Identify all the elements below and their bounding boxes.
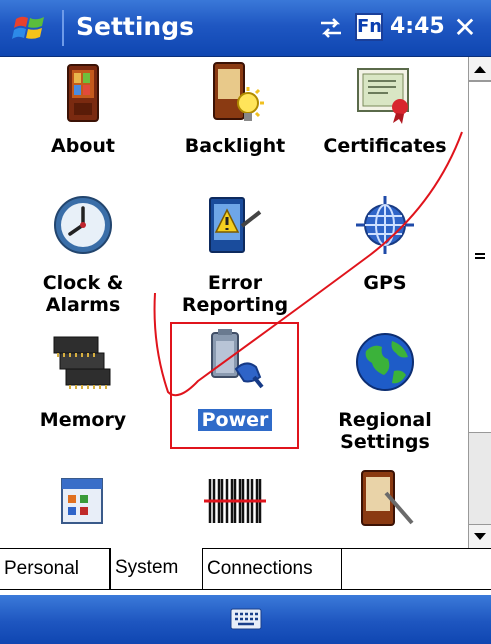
settings-item-label: Certificates	[323, 135, 447, 157]
connectivity-icon[interactable]	[317, 16, 345, 40]
settings-item-label: About	[51, 135, 115, 157]
clock-time[interactable]: 4:45	[390, 10, 445, 44]
gps-icon	[356, 196, 414, 254]
settings-item-label: Power	[160, 409, 310, 431]
barcode-icon	[204, 479, 266, 523]
window-title: Settings	[76, 12, 195, 41]
title-bar: Settings Fn 4:45 ✕	[0, 0, 491, 57]
memory-icon	[53, 336, 111, 389]
screen-icon	[361, 470, 414, 526]
settings-item-label: Clock & Alarms	[42, 272, 124, 316]
scroll-down-arrow-icon	[474, 533, 486, 540]
error-reporting-icon	[209, 197, 262, 253]
settings-item-label: Backlight	[184, 135, 286, 157]
scroll-up-button[interactable]	[469, 57, 491, 81]
tab-bar: Personal System Connections	[0, 548, 491, 595]
settings-item-regional-settings[interactable]: Regional Settings	[310, 329, 460, 464]
settings-item-label: GPS	[363, 272, 407, 294]
settings-item-power[interactable]: Power	[160, 329, 310, 464]
fn-key-indicator[interactable]: Fn	[355, 13, 383, 41]
keyboard-icon[interactable]	[230, 608, 262, 630]
tab-baseline	[0, 589, 491, 590]
vertical-scrollbar[interactable]	[468, 57, 491, 548]
remove-programs-icon	[61, 478, 103, 524]
tab-personal[interactable]: Personal	[0, 549, 110, 589]
settings-item-about[interactable]: About	[8, 57, 158, 192]
settings-item-screen[interactable]	[310, 465, 460, 548]
close-icon[interactable]: ✕	[447, 10, 483, 46]
about-icon	[67, 64, 99, 122]
power-icon	[211, 329, 264, 389]
settings-item-label: Error Reporting	[181, 272, 289, 316]
settings-grid: About Backlight Certificates Clock & Ala…	[0, 57, 468, 548]
scroll-down-button[interactable]	[469, 524, 491, 548]
menu-bar	[0, 595, 491, 644]
scroll-grip	[475, 257, 485, 259]
scroll-thumb[interactable]	[469, 81, 491, 433]
settings-item-clock-alarms[interactable]: Clock & Alarms	[8, 192, 158, 327]
scroll-up-arrow-icon	[474, 66, 486, 73]
certificates-icon	[357, 68, 409, 124]
windows-start-icon[interactable]	[12, 11, 48, 45]
settings-item-remove-programs[interactable]	[8, 465, 158, 548]
settings-item-certificates[interactable]: Certificates	[310, 57, 460, 192]
clock-icon	[54, 196, 112, 254]
backlight-icon	[213, 62, 264, 121]
settings-item-backlight[interactable]: Backlight	[160, 57, 310, 192]
tab-system[interactable]: System	[110, 548, 203, 589]
settings-item-gps[interactable]: GPS	[310, 192, 460, 327]
settings-item-barcode[interactable]	[160, 465, 310, 548]
tab-connections[interactable]: Connections	[203, 549, 342, 589]
settings-item-label: Memory	[39, 409, 127, 431]
settings-item-memory[interactable]: Memory	[8, 329, 158, 464]
settings-item-label: Regional Settings	[338, 409, 432, 453]
regional-settings-icon	[356, 333, 414, 391]
scroll-grip	[475, 253, 485, 255]
title-separator	[62, 10, 64, 46]
settings-item-error-reporting[interactable]: Error Reporting	[160, 192, 310, 327]
